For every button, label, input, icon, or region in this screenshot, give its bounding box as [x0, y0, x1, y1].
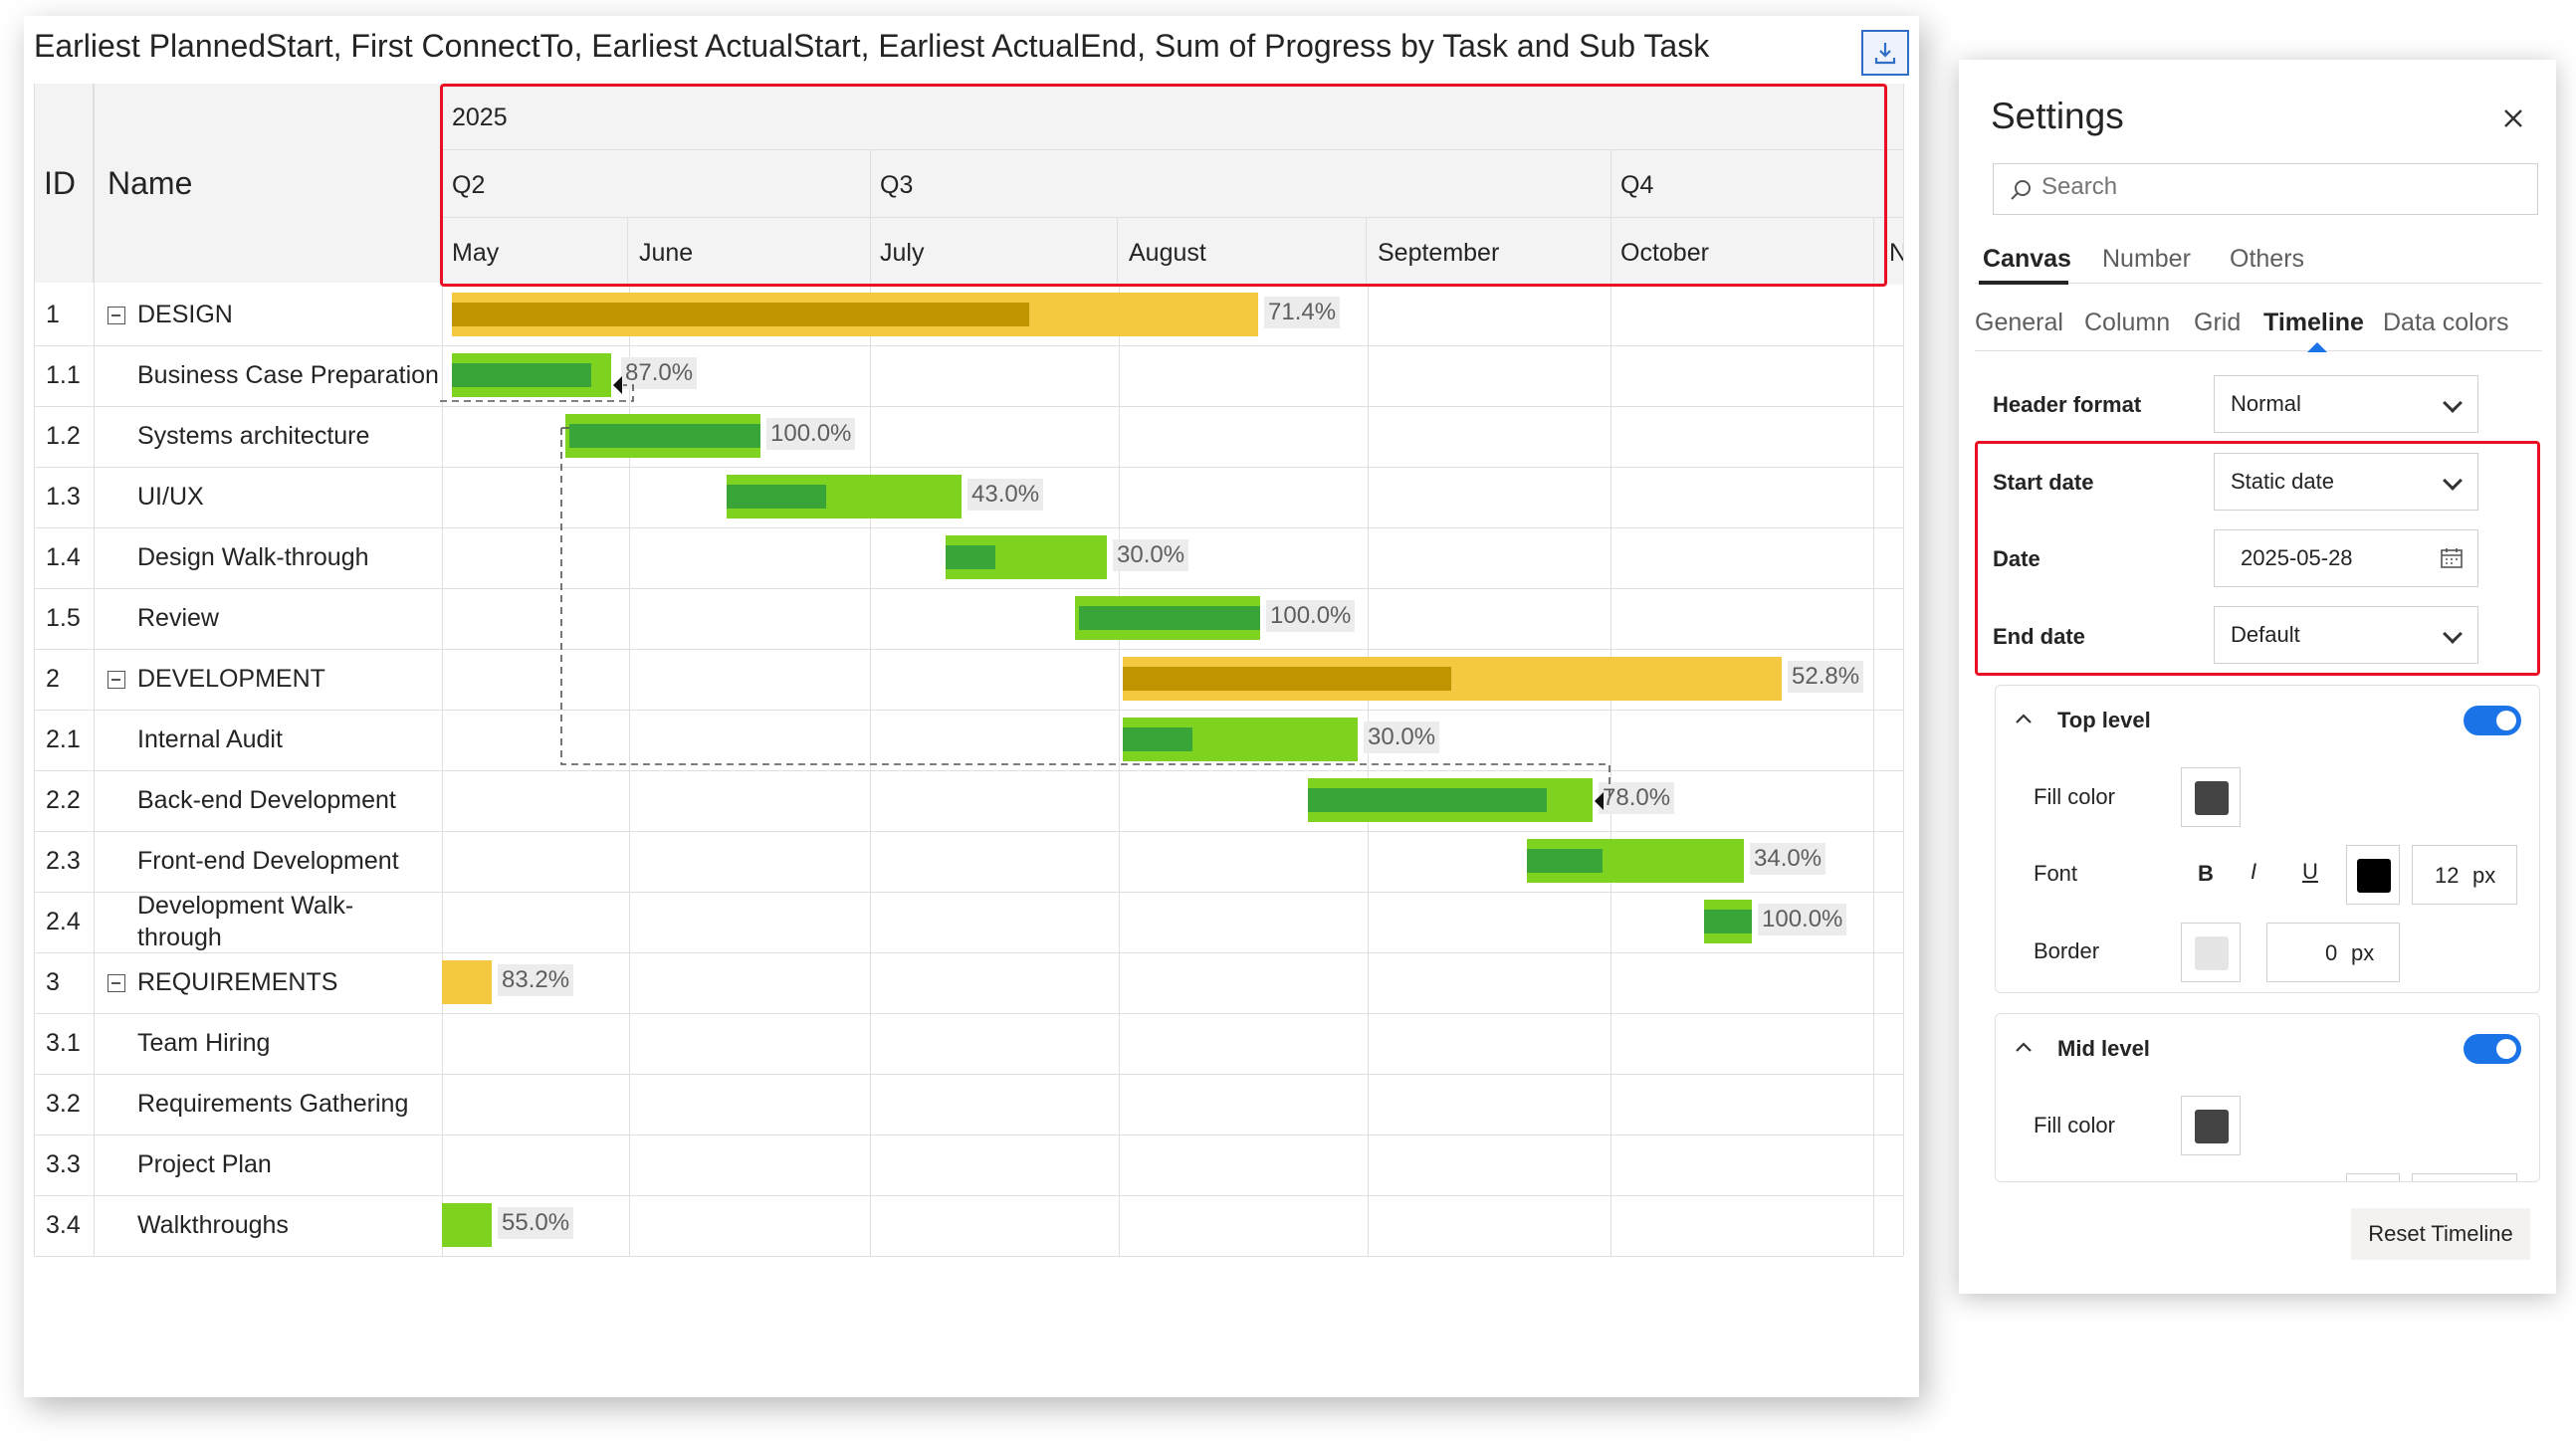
border-width-input[interactable]: 0 px [2266, 923, 2400, 982]
font-size-unit: px [2472, 863, 2496, 888]
mid-level-section: Mid level Fill color [1995, 1013, 2540, 1182]
subtab-timeline[interactable]: Timeline [2263, 309, 2364, 337]
subtab-grid[interactable]: Grid [2194, 309, 2241, 337]
fill-color-chip [2195, 781, 2229, 815]
search-icon [2011, 180, 2031, 200]
italic-button[interactable]: I [2251, 859, 2256, 885]
chevron-up-icon[interactable] [2014, 1040, 2034, 1054]
underline-button[interactable]: U [2302, 859, 2318, 885]
chevron-up-icon[interactable] [2014, 712, 2034, 725]
top-level-label: Top level [2057, 708, 2151, 732]
subtab-column[interactable]: Column [2084, 309, 2170, 337]
subtab-active-caret [2307, 342, 2327, 352]
subtab-data-colors[interactable]: Data colors [2383, 309, 2508, 337]
search-input[interactable] [2041, 173, 2519, 201]
search-box[interactable] [1993, 163, 2538, 215]
header-format-dropdown[interactable]: Normal [2214, 375, 2478, 433]
font-size-value: 12 [2435, 863, 2460, 888]
fill-color-label: Fill color [2034, 784, 2115, 809]
close-button[interactable] [2496, 102, 2530, 135]
reset-timeline-button[interactable]: Reset Timeline [2351, 1208, 2530, 1260]
border-label: Border [2034, 938, 2100, 963]
border-color-swatch[interactable] [2181, 923, 2241, 982]
border-width-unit: px [2351, 940, 2375, 965]
gantt-visual: Earliest PlannedStart, First ConnectTo, … [24, 16, 1919, 1397]
tab-canvas[interactable]: Canvas [1983, 245, 2071, 274]
fill-color-label: Fill color [2034, 1113, 2115, 1137]
top-level-toggle[interactable] [2464, 706, 2521, 735]
border-color-chip [2195, 936, 2229, 970]
settings-title: Settings [1991, 96, 2124, 136]
tab-others[interactable]: Others [2230, 245, 2304, 274]
font-label: Font [2034, 861, 2078, 886]
mid-level-label: Mid level [2057, 1036, 2150, 1061]
top-level-fill-swatch[interactable] [2181, 767, 2241, 827]
font-color-swatch[interactable] [2346, 845, 2400, 905]
font-color-swatch[interactable] [2346, 1173, 2400, 1181]
tab-number[interactable]: Number [2102, 245, 2191, 274]
mid-level-toggle[interactable] [2464, 1034, 2521, 1064]
mid-level-fill-swatch[interactable] [2181, 1096, 2241, 1155]
subtab-general[interactable]: General [1975, 309, 2063, 337]
tab-canvas-indicator [1979, 281, 2068, 285]
border-width-value: 0 [2325, 940, 2338, 965]
font-color-chip [2357, 859, 2391, 893]
timeline-header-highlight [440, 84, 1887, 287]
settings-pane: Settings Canvas Number Others General Co… [1959, 60, 2556, 1294]
header-format-label: Header format [1993, 392, 2142, 417]
bold-button[interactable]: B [2198, 861, 2214, 887]
close-icon [2504, 109, 2522, 127]
top-level-section: Top level Fill color Font B I U 12 px Bo… [1995, 685, 2540, 993]
date-settings-highlight [1975, 441, 2540, 676]
chevron-down-icon [2443, 393, 2463, 413]
header-format-value: Normal [2231, 391, 2301, 416]
font-size-input[interactable] [2412, 1173, 2517, 1181]
font-size-input[interactable]: 12 px [2412, 845, 2517, 905]
fill-color-chip [2195, 1110, 2229, 1143]
